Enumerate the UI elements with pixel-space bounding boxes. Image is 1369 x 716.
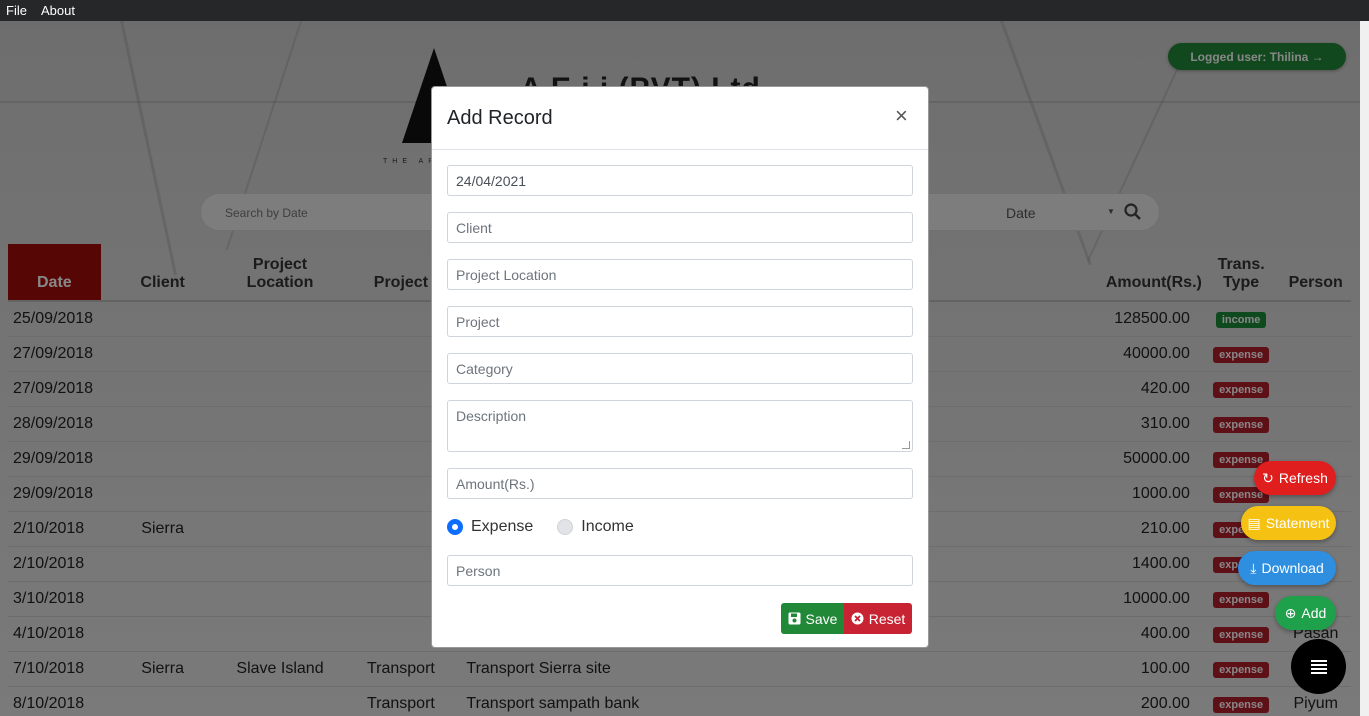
reset-button[interactable]: Reset [844, 603, 912, 634]
transaction-type-radios: Expense Income [447, 518, 634, 536]
download-icon: ⤓ [1250, 559, 1257, 576]
statement-label: Statement [1265, 515, 1330, 531]
modal-header: Add Record × [432, 87, 928, 150]
save-label: Save [805, 610, 838, 627]
statement-button[interactable]: ▤ Statement [1241, 506, 1336, 540]
amount-field[interactable]: Amount(Rs.) [447, 468, 913, 499]
date-field[interactable]: 24/04/2021 [447, 165, 913, 196]
page-scrollbar[interactable] [1360, 21, 1369, 716]
menu-file[interactable]: File [6, 3, 27, 18]
refresh-button[interactable]: ↻ Refresh [1254, 461, 1336, 495]
category-field[interactable]: Category [447, 353, 913, 384]
times-circle-icon [851, 612, 864, 625]
income-radio[interactable] [557, 519, 574, 535]
plus-circle-icon: ⊕ [1284, 604, 1297, 621]
modal-title: Add Record [447, 107, 553, 129]
reset-label: Reset [868, 610, 906, 627]
file-icon: ▤ [1247, 514, 1261, 531]
add-record-modal: Add Record × 24/04/2021 Client Project L… [431, 86, 929, 648]
add-label: Add [1301, 605, 1327, 621]
floppy-icon [788, 612, 801, 625]
project-field[interactable]: Project [447, 306, 913, 337]
person-field[interactable]: Person [447, 555, 913, 586]
menu-about[interactable]: About [41, 3, 75, 18]
project-location-field[interactable]: Project Location [447, 259, 913, 290]
description-placeholder: Description [456, 408, 527, 424]
save-button[interactable]: Save [781, 603, 844, 634]
refresh-label: Refresh [1278, 470, 1328, 486]
download-label: Download [1261, 560, 1324, 576]
resize-handle-icon[interactable] [902, 441, 910, 449]
menu-bar: File About [0, 0, 1369, 21]
refresh-icon: ↻ [1262, 469, 1274, 486]
expense-radio[interactable] [447, 519, 463, 535]
fab-menu-button[interactable] [1291, 639, 1346, 694]
expense-radio-label[interactable]: Expense [471, 518, 533, 536]
close-icon[interactable]: × [895, 105, 908, 127]
download-button[interactable]: ⤓ Download [1238, 551, 1336, 585]
income-radio-label[interactable]: Income [581, 518, 633, 536]
client-field[interactable]: Client [447, 212, 913, 243]
menu-lines-icon [1310, 659, 1327, 674]
add-button[interactable]: ⊕ Add [1275, 596, 1336, 630]
description-field[interactable]: Description [447, 400, 913, 452]
